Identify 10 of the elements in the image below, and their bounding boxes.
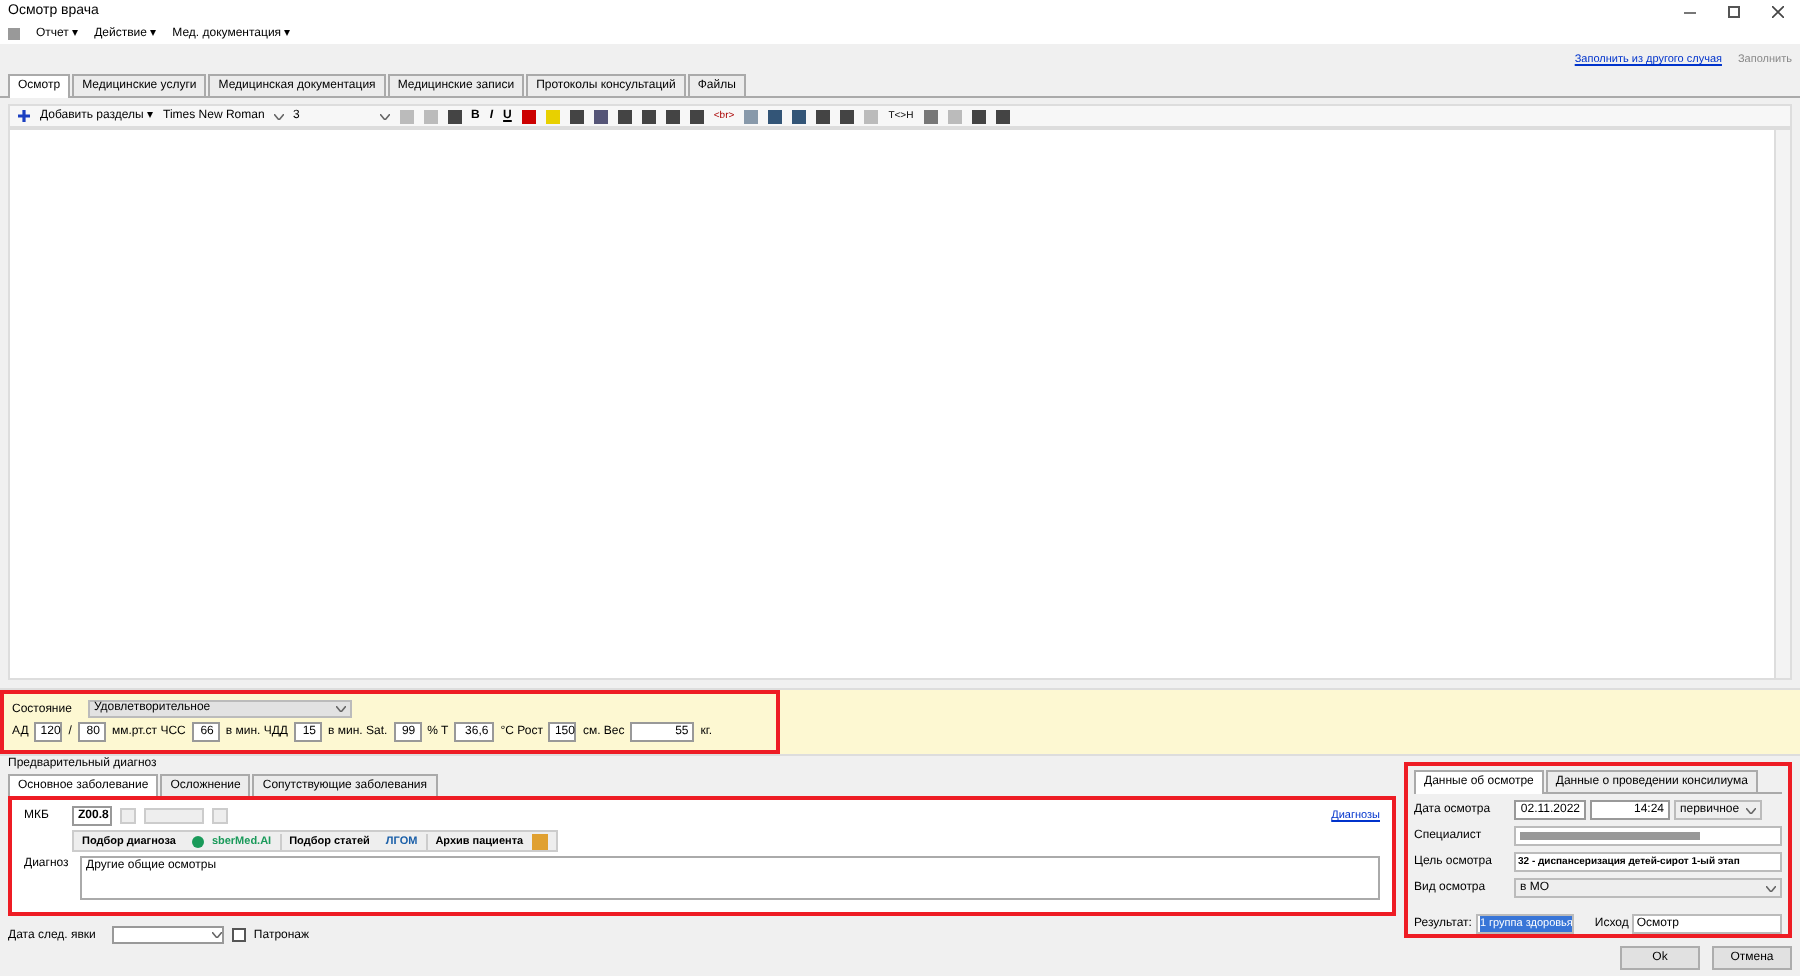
minimize-icon[interactable] bbox=[1684, 11, 1696, 13]
caret-icon bbox=[1766, 885, 1776, 891]
scrollbar[interactable] bbox=[1774, 130, 1790, 678]
caret-icon bbox=[211, 932, 222, 938]
close-icon[interactable] bbox=[1772, 6, 1784, 18]
checkbox[interactable] bbox=[231, 928, 246, 942]
caret-icon bbox=[335, 706, 346, 712]
restore-icon[interactable] bbox=[1728, 6, 1740, 18]
specialist-field[interactable] bbox=[1514, 826, 1782, 846]
caret-icon bbox=[1746, 807, 1756, 813]
